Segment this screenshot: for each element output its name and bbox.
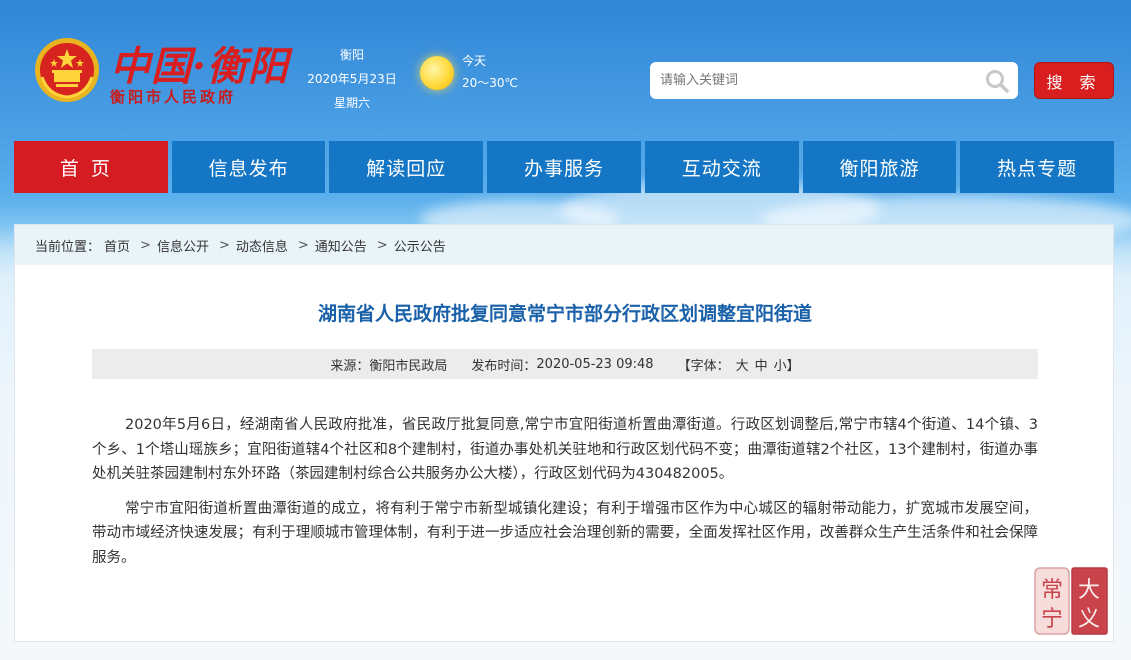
article-paragraph: 2020年5月6日，经湖南省人民政府批准，省民政厅批复同意,常宁市宜阳街道析置曲… — [92, 417, 1038, 482]
breadcrumb-item-notices[interactable]: 通知公告 — [315, 236, 367, 255]
seal-char: 宁 — [1041, 607, 1063, 632]
breadcrumb: 当前位置： 首页 > 信息公开 > 动态信息 > 通知公告 > 公示公告 — [15, 225, 1113, 265]
article-source: 衡阳市民政局 — [369, 358, 448, 374]
nav-item-interpretation[interactable]: 解读回应 — [329, 141, 484, 193]
weather-temperature: 20～30℃ — [462, 76, 519, 90]
date-panel: 衡阳 2020年5月23日 星期六 — [300, 43, 404, 115]
current-weekday: 星期六 — [333, 96, 370, 110]
weather-label: 今天 — [462, 54, 487, 68]
seal-char: 大 — [1078, 578, 1100, 603]
breadcrumb-separator: > — [297, 237, 309, 253]
breadcrumb-item-dynamic-info[interactable]: 动态信息 — [236, 236, 288, 255]
breadcrumb-item-info-public[interactable]: 信息公开 — [157, 236, 209, 255]
changning-dayi-seal-icon: 常 宁 大 义 — [1034, 567, 1108, 635]
search-button[interactable]: 搜 索 — [1034, 62, 1114, 99]
nav-item-hot-topics[interactable]: 热点专题 — [960, 141, 1115, 193]
search-box — [650, 62, 1018, 99]
site-brand-subtitle: 衡阳市人民政府 — [110, 88, 237, 106]
time-label: 发布时间： — [471, 358, 537, 374]
font-size-small-button[interactable]: 小 — [774, 355, 787, 374]
national-emblem-icon — [35, 38, 99, 102]
article-paragraph: 常宁市宜阳街道析置曲潭街道的成立，将有利于常宁市新型城镇化建设；有利于增强市区作… — [92, 500, 1038, 566]
breadcrumb-prefix: 当前位置： — [35, 239, 101, 255]
content-panel: 当前位置： 首页 > 信息公开 > 动态信息 > 通知公告 > 公示公告 湖南省… — [14, 224, 1114, 642]
breadcrumb-separator: > — [376, 237, 388, 253]
search-icon[interactable] — [984, 68, 1010, 94]
breadcrumb-item-home[interactable]: 首页 — [104, 236, 130, 255]
seal-char: 常 — [1041, 578, 1063, 603]
breadcrumb-item-announcements[interactable]: 公示公告 — [394, 236, 446, 255]
weather-panel: 今天 20～30℃ — [462, 50, 518, 94]
nav-item-tourism[interactable]: 衡阳旅游 — [802, 141, 957, 193]
nav-item-services[interactable]: 办事服务 — [487, 141, 641, 193]
city-name: 衡阳 — [339, 48, 364, 62]
article-time: 2020-05-23 09:48 — [536, 356, 654, 372]
search-input[interactable] — [650, 73, 970, 88]
breadcrumb-separator: > — [140, 237, 151, 253]
seal-char: 义 — [1078, 607, 1100, 632]
font-size-medium-button[interactable]: 中 — [755, 355, 768, 374]
font-size-large-button[interactable]: 大 — [736, 355, 749, 374]
breadcrumb-separator: > — [218, 237, 230, 253]
font-size-label: 【字体： — [677, 358, 730, 374]
font-size-close: 】 — [786, 358, 800, 374]
article-body: 2020年5月6日，经湖南省人民政府批准，省民政厅批复同意,常宁市宜阳街道析置曲… — [92, 413, 1038, 580]
sunny-weather-icon — [420, 56, 454, 90]
nav-item-home[interactable]: 首页 — [14, 141, 168, 193]
current-date: 2020年5月23日 — [307, 72, 397, 86]
article-title: 湖南省人民政府批复同意常宁市部分行政区划调整宜阳街道 — [317, 303, 812, 325]
nav-item-info-release[interactable]: 信息发布 — [171, 141, 326, 193]
site-brand-title[interactable]: 中国·衡阳 — [110, 34, 289, 92]
main-nav: 首页 信息发布 解读回应 办事服务 互动交流 衡阳旅游 热点专题 — [14, 141, 1115, 193]
source-label: 来源： — [330, 358, 370, 374]
nav-item-interaction[interactable]: 互动交流 — [644, 141, 799, 193]
article-meta: 来源： 衡阳市民政局 发布时间： 2020-05-23 09:48 【字体： 大… — [92, 349, 1038, 379]
